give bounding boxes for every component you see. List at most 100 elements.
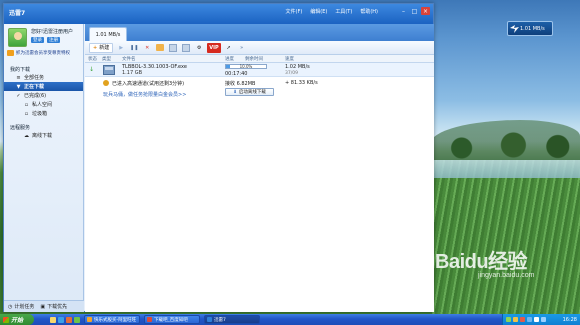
list-view-button[interactable] [181,43,191,53]
new-task-button[interactable]: + 新建 [89,42,114,53]
thunder-main-window: 迅雷7 文件(F) 编辑(E) 工具(T) 帮助(H) – □ × 您好!迅雷注… [3,3,434,312]
start-button[interactable]: 开始 [0,314,34,325]
minimize-button[interactable]: – [399,7,408,15]
accelerate-icon [103,80,109,86]
taskbar-item-wangwang[interactable]: 快乐式股买-阿里旺旺 [84,315,140,324]
windows-logo-icon [3,316,9,323]
title-bar[interactable]: 迅雷7 文件(F) 编辑(E) 工具(T) 帮助(H) – □ × [4,4,433,24]
quick-launch-icon[interactable] [66,316,72,323]
start-button[interactable]: ▶ [116,43,126,53]
quick-launch-icon[interactable] [74,316,80,323]
plan-task-link[interactable]: ◷ 计划任务 [8,303,35,311]
delete-button[interactable]: ✕ [142,43,152,53]
task-remaining: 00:17:40 [225,71,248,77]
task-sub-speed: 37/09 [285,71,298,76]
menu-file[interactable]: 文件(F) [286,8,303,15]
taskbar-item-label: 快乐式股买-阿里旺旺 [94,317,137,323]
table-row[interactable]: ↓ TLBBOL-3.30.1003-OF.exe 1.17 GB 10.0% … [85,63,434,77]
window-controls: – □ × [399,7,430,15]
pause-button[interactable]: ❚❚ [129,43,139,53]
user-greeting: 您好!迅雷注册用户 [31,29,74,35]
tray-icon[interactable] [520,317,525,322]
column-speed[interactable]: 速度 [285,56,294,62]
quick-launch-icon[interactable] [50,316,56,323]
taskbar: 开始 快乐式股买-阿里旺旺 下载吧_百度知吧 迅雷7 16:28 [0,314,580,325]
quick-launch-icon[interactable] [58,316,64,323]
tray-icon[interactable] [541,317,546,322]
task-speed: 1.02 MB/s [285,64,310,70]
downloading-arrow-icon: ↓ [89,66,95,73]
more-button[interactable]: » [237,43,247,53]
clock[interactable]: 16:28 [563,317,577,323]
menu-tools[interactable]: 工具(T) [335,8,352,15]
sidebar-item-trash[interactable]: ▫ 垃圾箱 [4,109,83,118]
column-type[interactable]: 类型 [102,56,111,62]
nav-section-downloads: 我的下载 [10,67,31,73]
check-icon: ✓ [16,92,21,99]
menu-edit[interactable]: 编辑(E) [310,8,327,15]
delete-x-icon: ✕ [145,44,150,51]
system-tray: 16:28 [502,314,580,325]
sidebar-bottom-links: ◷ 计划任务 ▣ 下载优先 [4,300,84,312]
settings-button[interactable]: ⚙ [194,43,204,53]
properties-button[interactable] [168,43,178,53]
sidebar-item-offline-download[interactable]: ☁ 离线下载 [4,131,83,140]
tray-icon[interactable] [506,317,511,322]
crown-icon [7,50,14,56]
sidebar-item-label: 垃圾箱 [32,111,48,117]
download-first-link[interactable]: ▣ 下载优先 [40,303,67,311]
play-icon: ▶ [119,44,124,51]
taskbar-item-browser[interactable]: 下载吧_百度知吧 [144,315,200,324]
baidu-watermark-url: jingyan.baidu.com [478,272,535,279]
quick-launch [50,316,80,323]
open-folder-button[interactable] [155,43,165,53]
document-icon [169,43,178,52]
thunder-bird-icon [508,22,520,35]
clock-icon: ◷ [8,303,13,310]
accelerate-button[interactable]: ➚ [224,43,234,53]
vip-promo-link[interactable]: 抓为迅雷会员享受尊贵特权 [7,50,70,56]
register-button[interactable]: 注册 [47,37,60,43]
tray-icon[interactable] [513,317,518,322]
tray-icon[interactable] [534,317,539,322]
sidebar-item-label: 私人空间 [32,102,53,108]
plan-task-label: 计划任务 [14,304,35,310]
vip-button[interactable]: VIP [207,42,221,53]
column-remaining[interactable]: 剩余时间 [245,56,263,62]
pause-icon: ❚❚ [130,44,139,51]
plus-icon: + [93,44,98,51]
maximize-button[interactable]: □ [410,7,419,15]
wallpaper-rice-field [432,160,580,314]
accel-message: 已进入高速通道(试用还剩3分钟) [112,81,185,87]
floating-speed-widget[interactable]: 1.01 MB/s [507,21,553,36]
wangwang-icon [87,317,92,322]
sidebar-item-downloading[interactable]: ▼ 正在下载 [4,82,83,91]
offline-download-button[interactable]: ⬇ 启动离线下载 [225,88,274,96]
rocket-icon: ➚ [226,44,231,51]
browser-icon [147,317,152,322]
sidebar-item-all-tasks[interactable]: ≡ 全部任务 [4,73,83,82]
sidebar-item-label: 全部任务 [24,75,45,81]
avatar[interactable] [8,28,27,47]
menu-help[interactable]: 帮助(H) [360,8,378,15]
sidebar-item-private-space[interactable]: ▫ 私人空间 [4,100,83,109]
sidebar-item-label: 已完成(6) [24,93,47,99]
nav-section-remote: 远程服务 [10,125,31,131]
tab-speed[interactable]: 1.01 MB/s [89,27,127,41]
received-amount: 接收 6.82MB [225,81,256,87]
accel-promo-link[interactable]: 玩兵马俑，做任务抢限量白金会员>> [103,91,186,98]
taskbar-item-thunder[interactable]: 迅雷7 [204,315,260,324]
wallpaper-water [432,160,580,178]
user-box: 您好!迅雷注册用户 登录 注册 抓为迅雷会员享受尊贵特权 [4,24,83,60]
tray-icon[interactable] [527,317,532,322]
login-button[interactable]: 登录 [31,37,44,43]
progress-bar: 10.0% [225,64,267,69]
column-filename[interactable]: 文件名 [122,56,136,62]
vip-promo-text: 抓为迅雷会员享受尊贵特权 [16,51,70,56]
task-size: 1.17 GB [122,70,143,76]
close-button[interactable]: × [421,7,430,15]
column-progress[interactable]: 进度 [225,56,234,62]
start-label: 开始 [11,317,24,324]
column-status[interactable]: 状态 [88,56,97,62]
sidebar-item-completed[interactable]: ✓ 已完成(6) [4,91,83,100]
